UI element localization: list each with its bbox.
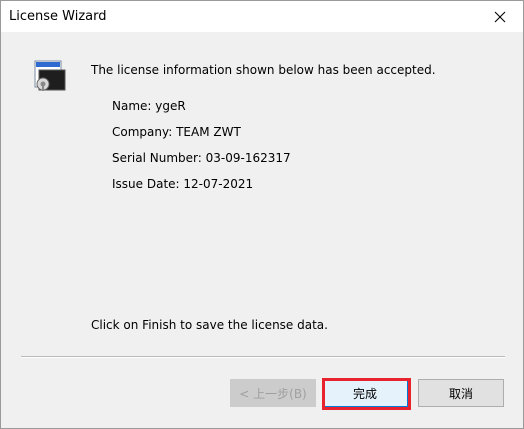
- back-button[interactable]: < 上一步(B): [230, 379, 316, 407]
- title-bar[interactable]: License Wizard: [1, 1, 523, 32]
- accepted-headline: The license information shown below has …: [91, 63, 436, 77]
- finish-highlight-box: [322, 378, 411, 410]
- wizard-content: The license information shown below has …: [9, 33, 517, 422]
- license-serial-number: Serial Number: 03-09-162317: [112, 151, 291, 165]
- close-button[interactable]: [477, 1, 523, 32]
- license-issue-date: Issue Date: 12-07-2021: [112, 177, 254, 191]
- license-wizard-window: License Wizard The license information s…: [0, 0, 524, 429]
- close-icon: [494, 11, 506, 22]
- cancel-button[interactable]: 取消: [418, 379, 504, 407]
- window-title: License Wizard: [9, 9, 107, 24]
- separator-line: [21, 356, 505, 358]
- finish-instruction: Click on Finish to save the license data…: [91, 318, 328, 332]
- license-wizard-icon: [33, 59, 67, 97]
- license-name: Name: ygeR: [112, 99, 186, 113]
- license-company: Company: TEAM ZWT: [112, 125, 241, 139]
